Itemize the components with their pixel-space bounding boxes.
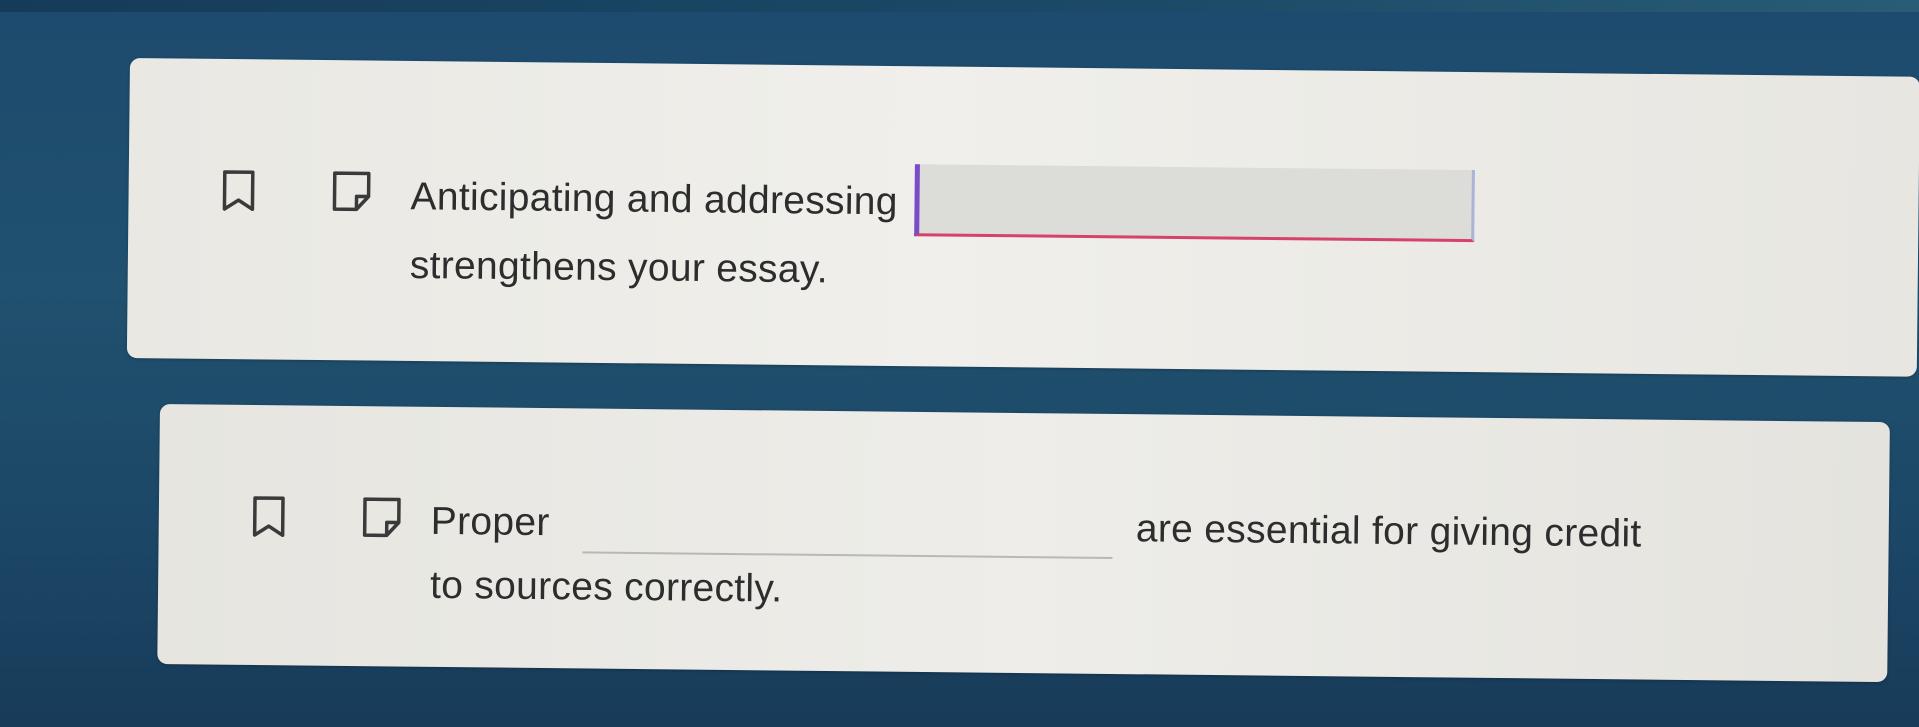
question-1-line-1: Anticipating and addressing bbox=[410, 163, 1481, 246]
question-2-continuation: to sources correctly. bbox=[429, 563, 783, 611]
note-icon[interactable] bbox=[328, 168, 374, 214]
question-card-1: Anticipating and addressing strengthens … bbox=[126, 58, 1919, 377]
question-2-after: are essential for giving credit bbox=[1135, 507, 1642, 556]
bookmark-icon[interactable] bbox=[251, 495, 287, 539]
question-2-before: Proper bbox=[430, 499, 550, 545]
question-1-before: Anticipating and addressing bbox=[410, 175, 899, 224]
bookmark-icon[interactable] bbox=[220, 169, 256, 213]
question-2-line-1: Proper are essential for giving credit bbox=[430, 493, 1642, 564]
question-1-line-2: strengthens your essay. bbox=[410, 237, 829, 299]
top-strip bbox=[0, 0, 1919, 12]
answer-input-2[interactable] bbox=[582, 513, 1113, 559]
question-2-line-2: to sources correctly. bbox=[430, 557, 783, 619]
question-card-2: Proper are essential for giving credit t… bbox=[157, 404, 1890, 683]
answer-input-1[interactable] bbox=[914, 164, 1476, 243]
note-icon[interactable] bbox=[359, 494, 405, 540]
question-1-continuation: strengthens your essay. bbox=[409, 243, 829, 292]
